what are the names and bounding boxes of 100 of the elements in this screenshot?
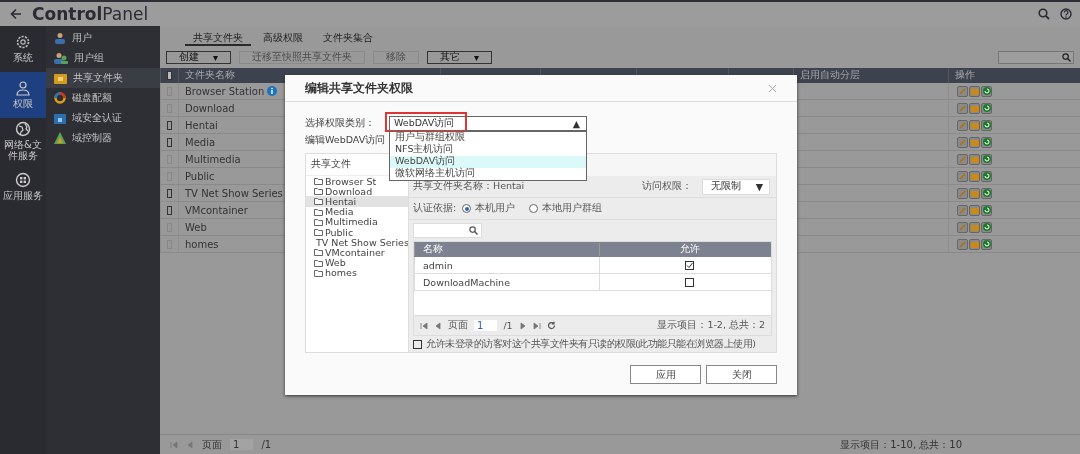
submenu-item[interactable]: 用户 [46, 28, 160, 48]
dialog-button[interactable]: 应用 [630, 365, 701, 384]
toolbar-button[interactable]: 其它 ▾ [427, 50, 493, 64]
group-icon [54, 52, 68, 64]
access-select[interactable]: 无限制 ▼ [702, 178, 770, 195]
edit-icon[interactable] [957, 204, 968, 216]
search-field[interactable] [998, 50, 1074, 64]
building-icon [54, 112, 66, 124]
edit-icon[interactable] [957, 187, 968, 199]
first-page-icon[interactable] [420, 321, 428, 330]
edit-label: 编辑WebDAV访问 [305, 132, 386, 147]
refresh-icon[interactable] [981, 204, 992, 216]
quota-chart-icon [54, 92, 66, 104]
page-total: /1 [261, 439, 272, 450]
folder-icon[interactable] [969, 136, 980, 148]
edit-icon[interactable] [957, 136, 968, 148]
refresh-icon[interactable] [546, 321, 556, 330]
tree-item[interactable]: Public [306, 226, 408, 238]
column-header: 允许 [599, 243, 771, 256]
item-summary: 显示项目：1-10, 总共：10 [840, 437, 962, 452]
refresh-icon[interactable] [981, 187, 992, 199]
column-header: 名称 [414, 243, 599, 256]
radio-button[interactable] [529, 204, 539, 213]
guest-checkbox[interactable] [413, 339, 422, 349]
refresh-icon[interactable] [981, 119, 992, 131]
page-field[interactable]: 1 [230, 439, 254, 450]
folder-icon[interactable] [969, 238, 980, 250]
tree-item[interactable]: homes [306, 267, 408, 278]
page-field[interactable]: 1 [474, 320, 498, 331]
folder-icon[interactable] [969, 187, 980, 199]
refresh-icon[interactable] [981, 85, 992, 97]
edit-icon[interactable] [957, 153, 968, 165]
submenu-item[interactable]: 域安全认证 [46, 108, 160, 128]
prev-page-icon[interactable] [434, 321, 442, 330]
nav-item[interactable]: 系统 [0, 26, 46, 72]
edit-icon[interactable] [957, 102, 968, 114]
guest-access-label: 允许未登录的访客对这个共享文件夹有只读的权限(此功能只能在浏览器上使用) [426, 337, 756, 351]
row-checkbox[interactable] [167, 188, 172, 198]
tab[interactable]: 文件夹集合 [315, 32, 381, 46]
submenu-item[interactable]: 域控制器 [46, 128, 160, 148]
nav-item[interactable]: 权限 [0, 72, 46, 118]
last-page-icon[interactable] [532, 321, 541, 330]
page-label: 页面 [202, 437, 222, 452]
permission-type-select[interactable]: WebDAV访问 ▲ [389, 115, 587, 131]
select-all-checkbox[interactable] [167, 71, 172, 80]
row-checkbox[interactable] [167, 120, 172, 130]
app-title: ControlPanel [32, 4, 150, 24]
allow-checkbox[interactable] [685, 277, 694, 287]
folder-icon[interactable] [969, 119, 980, 131]
search-icon[interactable] [1062, 52, 1071, 62]
submenu-item[interactable]: 用户组 [46, 48, 160, 68]
edit-icon[interactable] [957, 170, 968, 182]
search-icon[interactable] [469, 226, 478, 235]
edit-icon[interactable] [957, 238, 968, 250]
toolbar-button[interactable]: 创建 ▾ [166, 50, 232, 64]
row-checkbox[interactable] [167, 137, 172, 147]
edit-icon[interactable] [957, 119, 968, 131]
edit-icon[interactable] [957, 221, 968, 233]
nav-item[interactable]: 应用服务 [0, 164, 46, 210]
folder-icon[interactable] [969, 221, 980, 233]
tree-item[interactable]: TV Net Show Series [306, 237, 408, 248]
tree-item[interactable]: Media [306, 206, 408, 217]
tree-item[interactable]: Web [306, 257, 408, 268]
help-icon[interactable] [1060, 8, 1072, 20]
caret-icon: ▲ [572, 117, 580, 129]
tab[interactable]: 高级权限 [255, 32, 311, 46]
edit-icon[interactable] [957, 85, 968, 97]
tab[interactable]: 共享文件夹 [185, 32, 251, 46]
submenu-item[interactable]: 磁盘配额 [46, 88, 160, 108]
folder-icon[interactable] [969, 85, 980, 97]
apps-icon [15, 172, 31, 189]
row-checkbox[interactable] [167, 205, 172, 215]
user-name-cell: DownloadMachine [414, 274, 599, 290]
caret-icon: ▾ [474, 51, 480, 63]
back-arrow-icon[interactable] [10, 8, 22, 20]
refresh-icon[interactable] [981, 136, 992, 148]
tree-item[interactable]: Multimedia [306, 216, 408, 227]
refresh-icon[interactable] [981, 170, 992, 182]
allow-checkbox[interactable] [685, 260, 694, 270]
refresh-icon[interactable] [981, 221, 992, 233]
refresh-icon[interactable] [981, 102, 992, 114]
globe-icon [15, 121, 31, 137]
folder-icon[interactable] [969, 102, 980, 114]
user-icon [15, 80, 31, 97]
refresh-icon[interactable] [981, 238, 992, 250]
nav-item[interactable]: 网络&文件服务 [0, 118, 46, 164]
search-icon[interactable] [1038, 8, 1050, 20]
tree-item[interactable]: Hentai [306, 196, 408, 207]
submenu-item[interactable]: 共享文件夹 [46, 68, 160, 88]
refresh-icon[interactable] [981, 153, 992, 165]
next-page-icon[interactable] [518, 321, 527, 330]
folder-icon[interactable] [969, 204, 980, 216]
user-name-cell: admin [414, 257, 599, 273]
radio-button[interactable] [462, 204, 472, 213]
dialog-button[interactable]: 关闭 [706, 365, 777, 384]
folder-icon[interactable] [969, 170, 980, 182]
folder-icon[interactable] [969, 153, 980, 165]
tree-item[interactable]: Download [306, 186, 408, 197]
close-icon[interactable] [768, 83, 777, 93]
caret-icon: ▾ [213, 51, 219, 63]
